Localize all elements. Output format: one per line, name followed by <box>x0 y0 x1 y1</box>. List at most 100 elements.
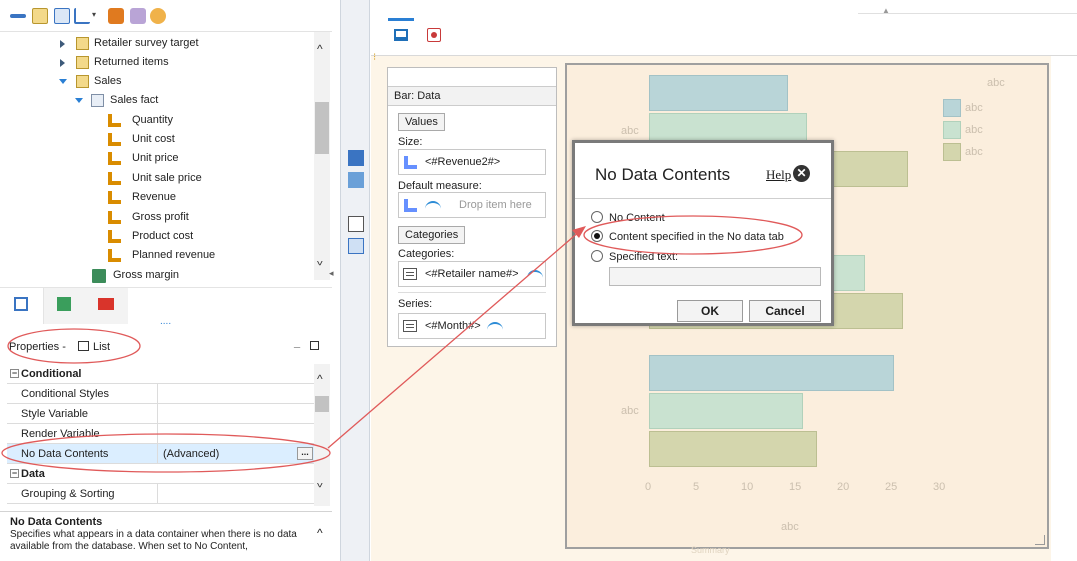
tree-item-label: Unit price <box>132 152 179 164</box>
collapse-icon[interactable] <box>10 14 26 18</box>
property-category[interactable]: − Conditional <box>7 364 317 384</box>
chart-bar[interactable] <box>649 355 894 391</box>
list-icon <box>403 268 417 280</box>
property-row[interactable]: Render Variable <box>7 424 317 444</box>
tree-item-label: Quantity <box>132 114 173 126</box>
property-value[interactable]: (Advanced) <box>159 444 317 464</box>
tree-item-label: Gross profit <box>132 211 189 223</box>
property-category[interactable]: − Data <box>7 464 317 484</box>
properties-scrollbar[interactable]: ^ ^ <box>314 364 330 506</box>
property-value[interactable] <box>159 424 317 444</box>
property-value[interactable] <box>159 404 317 424</box>
chart-axis-title: abc <box>987 77 1005 89</box>
specified-text-input[interactable] <box>609 267 821 286</box>
property-row[interactable]: Conditional Styles <box>7 384 317 404</box>
properties-title: Properties - <box>9 341 66 353</box>
tree-view-icon[interactable] <box>74 8 90 24</box>
ok-button[interactable]: OK <box>677 300 743 322</box>
series-item[interactable]: <#Month#> <box>425 320 481 332</box>
tab-conditional[interactable] <box>427 28 441 42</box>
expand-icon[interactable] <box>60 59 65 67</box>
tree-item-label: Returned items <box>94 56 169 68</box>
legend-label: abc <box>965 102 983 114</box>
calculation-icon <box>92 269 106 283</box>
data-icon[interactable] <box>348 238 364 254</box>
chart-bar[interactable] <box>649 431 817 467</box>
property-value[interactable] <box>159 384 317 404</box>
tree-scrollbar[interactable]: ^ ^ <box>314 32 330 280</box>
scroll-up-icon[interactable]: ^ <box>317 526 323 540</box>
edit-value-button[interactable]: ... <box>297 447 313 460</box>
collapse-icon[interactable] <box>59 79 67 84</box>
edit-icon[interactable] <box>130 8 146 24</box>
property-row-selected[interactable]: No Data Contents (Advanced) ... <box>7 444 317 464</box>
more-indicator[interactable]: .... <box>160 316 171 327</box>
swap-icon[interactable] <box>348 172 364 188</box>
list-view-icon[interactable] <box>54 8 70 24</box>
scroll-up-icon[interactable]: ^ <box>317 42 323 56</box>
close-icon[interactable]: ✕ <box>793 165 810 182</box>
category-label: Conditional <box>21 368 82 380</box>
scroll-down-icon[interactable]: ^ <box>317 254 323 268</box>
scroll-up-icon[interactable]: ▲ <box>882 6 890 15</box>
scrollbar-thumb[interactable] <box>315 102 329 154</box>
conditional-icon <box>431 32 437 38</box>
property-value[interactable] <box>159 484 317 504</box>
expand-icon[interactable] <box>60 40 65 48</box>
properties-header: Properties - List _ <box>0 333 332 361</box>
default-measure-label: Default measure: <box>398 180 482 192</box>
cancel-button[interactable]: Cancel <box>749 300 821 322</box>
default-measure-drop-zone[interactable]: Drop item here <box>398 192 546 218</box>
chart-type-icon[interactable] <box>348 150 364 166</box>
size-item[interactable]: <#Revenue2#> <box>425 156 500 168</box>
size-label: Size: <box>398 136 423 148</box>
chart-legend: abc abc abc <box>943 99 1003 169</box>
scrollbar-thumb[interactable] <box>315 396 329 412</box>
property-row[interactable]: Grouping & Sorting <box>7 484 317 504</box>
dropdown-icon[interactable]: ▾ <box>92 8 100 24</box>
dialog-help-link[interactable]: Help <box>766 167 791 183</box>
categories-item[interactable]: <#Retailer name#> <box>425 268 519 280</box>
folder-icon[interactable] <box>32 8 48 24</box>
tab-structure[interactable] <box>0 288 44 324</box>
measure-icon <box>108 191 121 204</box>
categories-section-button[interactable]: Categories <box>398 226 466 244</box>
collapse-icon[interactable] <box>75 98 83 103</box>
measure-icon <box>108 172 121 185</box>
categories-drop-zone[interactable]: <#Retailer name#> <box>398 261 546 287</box>
tree-item-label: Unit cost <box>132 133 175 145</box>
chart-data-panel: Bar: Data Values Size: <#Revenue2#> Defa… <box>387 67 557 347</box>
property-row[interactable]: Style Variable <box>7 404 317 424</box>
panel-tabs: .... <box>0 287 332 329</box>
properties-icon[interactable] <box>348 216 364 232</box>
values-section-button[interactable]: Values <box>398 113 445 131</box>
hierarchy-icon[interactable] <box>108 8 124 24</box>
size-drop-zone[interactable]: <#Revenue2#> <box>398 149 546 175</box>
chart-bar[interactable] <box>649 393 803 429</box>
minimize-button[interactable]: _ <box>294 337 300 349</box>
scroll-up-icon[interactable]: ^ <box>317 372 323 386</box>
tree-item-label: Sales <box>94 75 122 87</box>
legend-swatch <box>943 143 961 161</box>
radio-no-data-tab[interactable] <box>591 230 603 242</box>
divider <box>575 198 831 199</box>
drop-arrow-icon <box>425 201 441 211</box>
resize-handle-icon[interactable] <box>1035 535 1045 545</box>
folder-icon <box>76 56 89 69</box>
chart-bar[interactable] <box>649 75 788 111</box>
legend-swatch <box>943 121 961 139</box>
legend-swatch <box>943 99 961 117</box>
collapse-arrow-icon[interactable]: ◂ <box>329 268 334 279</box>
maximize-button[interactable] <box>310 341 319 350</box>
categories-label: Categories: <box>398 248 455 260</box>
tab-toolbox[interactable] <box>84 288 128 324</box>
filter-icon[interactable] <box>150 8 166 24</box>
scroll-down-icon[interactable]: ^ <box>317 476 323 490</box>
radio-specified-text[interactable] <box>591 250 603 262</box>
tab-page[interactable] <box>388 18 414 56</box>
series-drop-zone[interactable]: <#Month#> <box>398 313 546 339</box>
radio-no-content[interactable] <box>591 211 603 223</box>
folder-icon <box>76 75 89 88</box>
tab-data-items[interactable] <box>44 288 84 324</box>
no-data-contents-dialog: No Data Contents Help ✕ No Content Conte… <box>572 140 834 326</box>
